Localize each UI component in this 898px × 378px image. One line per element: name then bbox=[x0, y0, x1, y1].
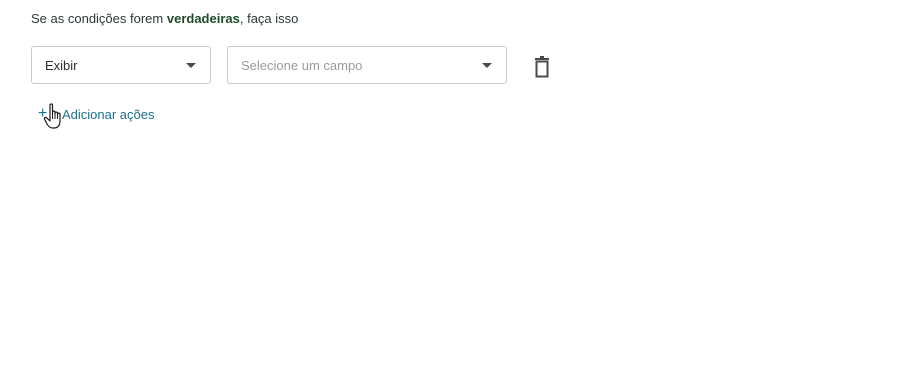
actions-panel: Se as condições forem verdadeiras, faça … bbox=[0, 0, 898, 378]
heading-prefix: Se as condições forem bbox=[31, 11, 164, 26]
field-select-placeholder: Selecione um campo bbox=[241, 57, 363, 73]
heading-emphasis: verdadeiras bbox=[166, 11, 240, 26]
plus-icon: + bbox=[38, 105, 48, 122]
action-type-value: Exibir bbox=[45, 57, 78, 73]
trash-icon[interactable] bbox=[532, 56, 552, 78]
heading-suffix: , faça isso bbox=[239, 11, 299, 26]
add-actions-button[interactable]: + Adicionar ações bbox=[38, 103, 155, 125]
field-select[interactable]: Selecione um campo bbox=[227, 46, 507, 84]
chevron-down-icon bbox=[482, 62, 492, 68]
add-actions-label: Adicionar ações bbox=[62, 106, 155, 122]
chevron-down-icon bbox=[186, 62, 196, 68]
conditions-heading: Se as condições forem verdadeiras, faça … bbox=[31, 11, 298, 26]
action-type-select[interactable]: Exibir bbox=[31, 46, 211, 84]
